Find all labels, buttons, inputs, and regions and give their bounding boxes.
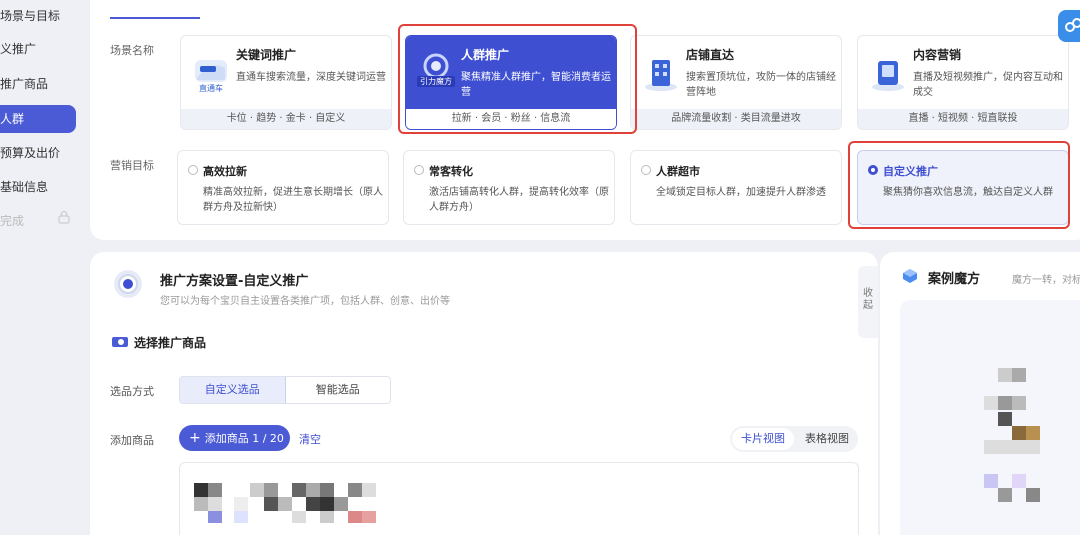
goal-card-market[interactable]: 人群超市 全域锁定目标人群，加速提升人群渗透 (630, 150, 842, 225)
view-toggle: 卡片视图 表格视图 (730, 426, 858, 452)
scene-title: 关键词推广 (236, 48, 297, 62)
scene-desc: 直播及短视频推广，促内容互动和成交 (913, 72, 1063, 98)
scene-desc: 搜索置顶坑位，攻防一体的店铺经营阵地 (686, 72, 836, 98)
select-mode-smart[interactable]: 智能选品 (286, 377, 391, 403)
radio-icon[interactable] (641, 165, 651, 175)
plan-card: 推广方案设置-自定义推广 您可以为每个宝贝自主设置各类推广项，包括人群、创意、出… (90, 252, 878, 535)
case-title: 案例魔方 (928, 272, 981, 287)
train-icon: 直通车 (195, 60, 227, 93)
highlight-box (398, 24, 637, 134)
scene-desc: 直通车搜索流量，深度关键词运营 (236, 72, 386, 83)
goal-desc: 全域锁定目标人群，加速提升人群渗透 (656, 187, 826, 198)
goal-card-acquire[interactable]: 高效拉新 精准高效拉新，促进生意长期增长（原人群方舟及拉新快） (177, 150, 389, 225)
select-mode-custom[interactable]: 自定义选品 (180, 377, 286, 403)
scene-title: 内容营销 (913, 48, 962, 62)
plus-icon: + (189, 430, 201, 446)
select-mode-label: 选品方式 (110, 385, 154, 398)
clear-link[interactable]: 清空 (299, 431, 321, 447)
scene-card-content[interactable]: 内容营销 直播及短视频推广，促内容互动和成交 直播 · 短视频 · 短直联投 (857, 35, 1069, 130)
link-icon (1065, 18, 1080, 32)
nav-item-custom-promo[interactable]: 义推广 (0, 35, 36, 63)
scene-card-store[interactable]: 店铺直达 搜索置顶坑位，攻防一体的店铺经营阵地 品牌流量收割 · 类目流量进攻 (630, 35, 842, 130)
product-list (179, 462, 859, 535)
cube-icon (903, 269, 917, 283)
case-subtitle: 魔方一转，对标 (1012, 275, 1080, 286)
case-image[interactable] (900, 300, 1080, 535)
select-mode-toggle: 自定义选品 智能选品 (179, 376, 391, 404)
scene-foot: 直播 · 短视频 · 短直联投 (858, 109, 1068, 129)
goal-card-convert[interactable]: 常客转化 激活店铺高转化人群，提高转化效率（原人群方舟） (403, 150, 615, 225)
radio-icon[interactable] (414, 165, 424, 175)
plan-icon (114, 270, 142, 298)
nav-item-products[interactable]: 推广商品 (0, 70, 48, 98)
left-nav: 场景与目标 义推广 推广商品 人群 预算及出价 基础信息 完成 (0, 0, 88, 535)
goal-label: 营销目标 (110, 159, 154, 172)
highlight-box (848, 141, 1070, 229)
icon-caption: 直通车 (199, 83, 223, 93)
add-product-label: 添加商品 (110, 434, 154, 447)
nav-item-audience[interactable]: 人群 (0, 105, 76, 133)
radio-icon[interactable] (188, 165, 198, 175)
scene-label: 场景名称 (110, 44, 154, 57)
nav-item-budget-bid[interactable]: 预算及出价 (0, 139, 60, 167)
goal-desc: 激活店铺高转化人群，提高转化效率（原人群方舟） (429, 187, 609, 213)
scene-foot: 卡位 · 趋势 · 金卡 · 自定义 (181, 109, 391, 129)
scene-card-keyword[interactable]: 直通车 关键词推广 直通车搜索流量，深度关键词运营 卡位 · 趋势 · 金卡 ·… (180, 35, 392, 130)
goal-title: 人群超市 (656, 165, 700, 178)
section-title: 选择推广商品 (134, 336, 207, 350)
lock-icon (58, 210, 70, 224)
scene-foot: 品牌流量收割 · 类目流量进攻 (631, 109, 841, 129)
nav-item-finish[interactable]: 完成 (0, 207, 24, 235)
assistant-button[interactable] (1058, 10, 1080, 42)
tab-underline (110, 17, 200, 19)
video-icon (872, 61, 904, 91)
card-view-tab[interactable]: 卡片视图 (732, 428, 794, 450)
collapse-label: 收起 (863, 288, 873, 311)
goal-desc: 精准高效拉新，促进生意长期增长（原人群方舟及拉新快） (203, 187, 383, 213)
case-card: 案例魔方 魔方一转，对标 (880, 252, 1080, 535)
add-product-button[interactable]: + 添加商品 1 / 20 (179, 425, 290, 451)
add-product-button-label: 添加商品 1 / 20 (204, 432, 284, 445)
product-thumbnail[interactable] (194, 471, 399, 527)
goal-title: 常客转化 (429, 165, 473, 178)
goal-title: 高效拉新 (203, 165, 247, 178)
scene-title: 店铺直达 (686, 48, 735, 62)
table-view-tab[interactable]: 表格视图 (796, 426, 858, 452)
plan-title: 推广方案设置-自定义推广 (160, 274, 309, 289)
goods-icon (112, 337, 128, 347)
collapse-button[interactable]: 收起 (858, 266, 878, 338)
nav-item-scene-goal[interactable]: 场景与目标 (0, 2, 60, 30)
nav-item-basic-info[interactable]: 基础信息 (0, 173, 48, 201)
plan-subtitle: 您可以为每个宝贝自主设置各类推广项，包括人群、创意、出价等 (160, 296, 450, 307)
building-icon (645, 60, 677, 91)
